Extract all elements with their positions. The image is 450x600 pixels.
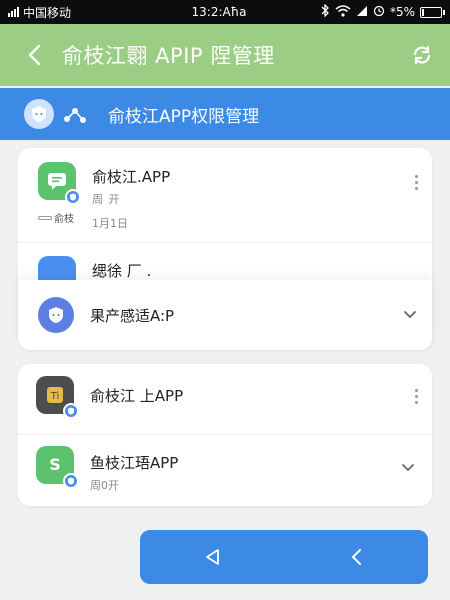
permission-banner: 俞枝江APP权限管理 [0, 88, 450, 140]
chevron-down-icon[interactable] [398, 458, 418, 478]
shield-badge-icon [63, 473, 79, 489]
divider [18, 242, 432, 243]
previous-button[interactable] [284, 530, 428, 584]
s-app-icon: S [36, 446, 79, 489]
app-list-card-2: Ti 俞枝江 上APP S 鱼枝江珸APP 周0开 [18, 364, 432, 506]
signal-icon [8, 7, 19, 17]
app-tile-icon: Ti [36, 376, 79, 419]
app-tag-label: 俞枝 [54, 214, 74, 225]
refresh-icon [413, 45, 431, 65]
bottom-action-bar [140, 530, 428, 584]
chevron-down-icon[interactable] [400, 305, 420, 325]
category-dropdown[interactable]: 果产感适A:P [18, 280, 432, 350]
more-options-button[interactable] [406, 168, 426, 196]
status-left: 中国移动 [8, 4, 158, 21]
svg-text:S: S [49, 455, 61, 474]
app-name: 鱼枝江珸APP [90, 454, 179, 472]
status-bar: 中国移动 13:2:Aħa *5% [0, 0, 450, 24]
app-name: 俞枝江.APP [92, 168, 171, 186]
banner-title: 俞枝江APP权限管理 [108, 106, 260, 127]
divider [18, 434, 432, 435]
chat-bubble-icon [38, 162, 81, 205]
refresh-button[interactable] [400, 33, 444, 77]
bluetooth-icon [320, 3, 330, 20]
list-item[interactable]: Ti 俞枝江 上APP [36, 376, 432, 419]
status-time: 13:2:Aħa [191, 5, 247, 19]
toggle-mini-icon [38, 215, 52, 220]
page-title: 俞枝江翾 APIP 陧管理 [62, 44, 275, 68]
shield-badge-icon [65, 189, 81, 205]
svg-text:Ti: Ti [50, 391, 60, 402]
app-name: 缌徐 厂 . [92, 262, 152, 280]
shield-badge-icon [63, 403, 79, 419]
shield-chat-icon [24, 99, 54, 129]
triangle-left-icon [206, 549, 219, 565]
more-options-button[interactable] [406, 382, 426, 410]
app-name: 俞枝江 上APP [90, 386, 184, 405]
carrier-label: 中国移动 [23, 5, 72, 20]
list-item[interactable]: 俞枝江.APP 周 开 1月1日 [38, 162, 432, 231]
app-header: 俞枝江翾 APIP 陧管理 [0, 24, 450, 86]
chevron-left-icon [28, 44, 41, 66]
battery-icon [420, 6, 445, 18]
app-date: 1月1日 [92, 217, 128, 230]
play-back-button[interactable] [140, 530, 284, 584]
app-subtitle: 周0开 [90, 479, 119, 492]
list-item[interactable]: S 鱼枝江珸APP 周0开 [36, 446, 432, 493]
battery-percent: *5% [389, 5, 415, 19]
chevron-left-icon [352, 549, 361, 565]
wifi-icon [335, 4, 351, 20]
share-nodes-icon [62, 101, 88, 127]
shield-face-icon [38, 297, 74, 333]
cellular-icon [356, 5, 368, 20]
back-button[interactable] [12, 33, 56, 77]
app-tag: 俞枝 [38, 210, 74, 225]
app-subtitle: 周 开 [92, 193, 120, 206]
alarm-icon [373, 5, 385, 20]
status-right: *5% [320, 3, 445, 20]
dropdown-label: 果产感适A:P [90, 306, 175, 325]
